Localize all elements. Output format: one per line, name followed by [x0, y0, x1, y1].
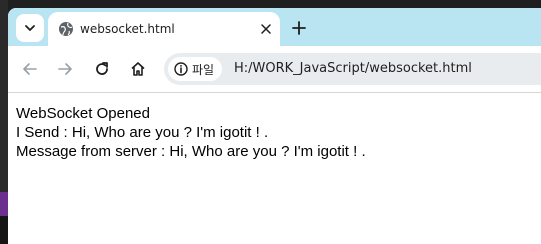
- toolbar: 파일 H:/WORK_JavaScript/websocket.html: [8, 46, 541, 93]
- desktop-edge: [0, 0, 8, 244]
- log-line: WebSocket Opened: [16, 105, 150, 122]
- reload-button[interactable]: [90, 57, 114, 81]
- browser-window: websocket.html 파일 H:/WORK_JavaScript/web…: [8, 8, 541, 244]
- chevron-down-icon: [25, 25, 35, 31]
- close-icon: [261, 24, 271, 34]
- log-line: Message from server : Hi, Who are you ? …: [16, 143, 366, 160]
- taskbar-accent: [0, 192, 8, 216]
- home-icon: [131, 62, 145, 76]
- back-button[interactable]: [18, 57, 42, 81]
- arrow-right-icon: [58, 63, 72, 75]
- site-info-chip[interactable]: 파일: [168, 57, 223, 81]
- home-button[interactable]: [126, 57, 150, 81]
- tab-close-button[interactable]: [258, 21, 274, 37]
- tab-strip: websocket.html: [8, 8, 541, 46]
- page-content: WebSocket Opened I Send : Hi, Who are yo…: [8, 93, 541, 244]
- log-line: I Send : Hi, Who are you ? I'm igotit ! …: [16, 124, 269, 141]
- site-info-label: 파일: [192, 62, 215, 77]
- info-icon: [174, 62, 188, 76]
- globe-icon: [59, 22, 73, 36]
- plus-icon: [292, 21, 306, 35]
- url-text[interactable]: H:/WORK_JavaScript/websocket.html: [234, 61, 472, 77]
- taskbar-edge: [0, 216, 8, 244]
- tab-title: websocket.html: [80, 22, 175, 36]
- address-bar[interactable]: 파일 H:/WORK_JavaScript/websocket.html: [164, 53, 541, 85]
- arrow-left-icon: [23, 63, 37, 75]
- tab-search-button[interactable]: [16, 14, 44, 42]
- new-tab-button[interactable]: [288, 17, 310, 39]
- screen: websocket.html 파일 H:/WORK_JavaScript/web…: [0, 0, 541, 244]
- reload-icon: [96, 62, 108, 75]
- forward-button[interactable]: [53, 57, 77, 81]
- tab-websocket[interactable]: websocket.html: [48, 12, 280, 46]
